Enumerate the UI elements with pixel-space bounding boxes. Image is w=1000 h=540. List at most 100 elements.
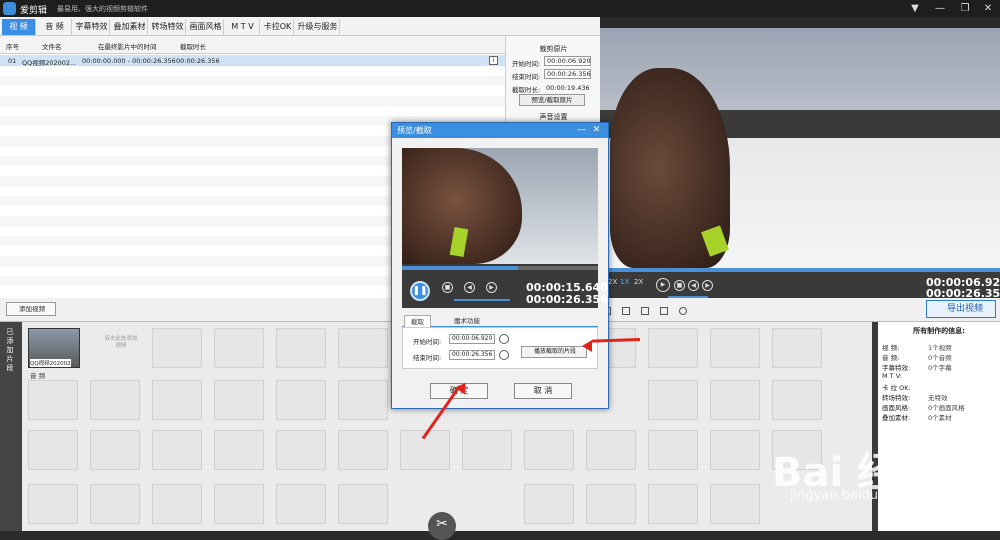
empty-slot[interactable] [586, 484, 636, 524]
empty-slot[interactable] [524, 430, 574, 470]
tab-audio[interactable]: 音 频 [38, 19, 72, 35]
add-clip-hint[interactable]: 双击此处添加视频 [104, 336, 138, 350]
tab-upgrade[interactable]: 升级与服务 [296, 19, 340, 35]
dialog-start-time-field[interactable]: 00:00:06.920 [449, 334, 495, 344]
video-preview[interactable] [600, 28, 1000, 268]
row-index: 01 [8, 57, 17, 65]
tab-karaoke[interactable]: 卡拉OK [262, 19, 294, 35]
empty-slot[interactable] [338, 380, 388, 420]
close-button[interactable]: ✕ [978, 1, 998, 16]
play-icon[interactable]: ▶ [656, 278, 670, 292]
dialog-minimize-icon[interactable]: — [576, 125, 587, 136]
tab-transition[interactable]: 转场特效 [150, 19, 186, 35]
empty-slot[interactable] [338, 430, 388, 470]
empty-slot[interactable] [276, 430, 326, 470]
empty-slot[interactable] [586, 430, 636, 470]
clip-list-header: 序号 文件名 在最终影片中的时间 截取时长 [0, 36, 505, 54]
save-as-icon[interactable] [660, 307, 668, 315]
tab-cut[interactable]: 截取 [404, 315, 431, 327]
set-start-clock-icon[interactable] [499, 334, 509, 344]
empty-slot[interactable] [648, 380, 698, 420]
empty-slot[interactable] [710, 484, 760, 524]
tab-subtitle-effects[interactable]: 字幕特效 [74, 19, 110, 35]
speed-2x-slow[interactable]: 2X [608, 278, 617, 286]
app-title: 爱剪辑 [20, 6, 48, 16]
maximize-button[interactable]: ❐ [955, 1, 975, 16]
minimize-button[interactable]: — [930, 1, 950, 16]
empty-slot[interactable] [276, 484, 326, 524]
app-subtitle: 最易用、强大的视频剪辑软件 [57, 5, 148, 13]
empty-slot[interactable] [152, 484, 202, 524]
speed-1x[interactable]: 1X [620, 278, 629, 286]
tab-style[interactable]: 画面风格 [188, 19, 224, 35]
empty-slot[interactable] [214, 484, 264, 524]
set-end-clock-icon[interactable] [499, 350, 509, 360]
empty-slot[interactable] [710, 430, 760, 470]
empty-slot[interactable] [524, 484, 574, 524]
stop-icon[interactable]: ■ [442, 282, 453, 293]
added-clips-tab[interactable]: 已添加片段 [0, 322, 22, 531]
speed-2x-fast[interactable]: 2X [634, 278, 643, 286]
export-video-button[interactable]: 导出视频 [926, 300, 996, 318]
empty-slot[interactable] [90, 430, 140, 470]
stop-icon[interactable]: ■ [674, 280, 685, 291]
info-key: 叠加素材: [882, 414, 911, 422]
dialog-end-time-field[interactable]: 00:00:26.356 [449, 350, 495, 360]
empty-slot[interactable] [648, 430, 698, 470]
empty-slot[interactable] [152, 430, 202, 470]
empty-slot[interactable] [152, 328, 202, 368]
share-icon[interactable] [679, 307, 687, 315]
empty-slot[interactable] [338, 484, 388, 524]
menu-dropdown-button[interactable]: ▼ [905, 1, 925, 16]
info-key: 字幕特效: [882, 364, 911, 372]
dialog-volume-slider[interactable] [454, 299, 510, 301]
add-video-button[interactable]: 添加视频 [6, 302, 56, 316]
empty-slot[interactable] [338, 328, 388, 368]
empty-slot[interactable] [710, 380, 760, 420]
cancel-button[interactable]: 取 消 [514, 383, 572, 399]
tab-video[interactable]: 视 频 [2, 19, 36, 35]
empty-slot[interactable] [772, 328, 822, 368]
info-key: 视 频: [882, 344, 900, 352]
info-icon[interactable]: i [489, 56, 498, 65]
empty-slot[interactable] [772, 380, 822, 420]
empty-slot[interactable] [214, 328, 264, 368]
save-icon[interactable] [641, 307, 649, 315]
empty-slot[interactable] [214, 430, 264, 470]
dialog-progress-bar[interactable] [402, 266, 598, 270]
empty-slot[interactable] [152, 380, 202, 420]
tab-mtv[interactable]: M T V [226, 19, 260, 35]
dialog-video-preview[interactable] [402, 148, 598, 264]
end-time-field[interactable]: 00:00:26.356 [544, 69, 591, 79]
prev-icon[interactable]: ◀ [688, 280, 699, 291]
empty-slot[interactable] [276, 380, 326, 420]
preview-clip-button[interactable]: 预览/截取原片 [519, 94, 585, 106]
start-time-field[interactable]: 00:00:06.920 [544, 56, 591, 66]
empty-slot[interactable] [28, 484, 78, 524]
next-icon[interactable]: ▶ [702, 280, 713, 291]
player-progress-bar[interactable] [600, 268, 1000, 272]
prev-icon[interactable]: ◀ [464, 282, 475, 293]
info-value: 1个视频 [928, 344, 952, 352]
scissors-icon[interactable]: ✂ [428, 512, 456, 540]
play-clip-button[interactable]: 播放截取的片段 [521, 346, 587, 358]
folder-icon[interactable] [622, 307, 630, 315]
empty-slot[interactable] [648, 328, 698, 368]
empty-slot[interactable] [214, 380, 264, 420]
app-logo [3, 2, 16, 15]
empty-slot[interactable] [276, 328, 326, 368]
empty-slot[interactable] [90, 380, 140, 420]
empty-slot[interactable] [28, 430, 78, 470]
tab-overlay[interactable]: 叠加素材 [112, 19, 148, 35]
empty-slot[interactable] [462, 430, 512, 470]
next-icon[interactable]: ▶ [486, 282, 497, 293]
empty-slot[interactable] [648, 484, 698, 524]
empty-slot[interactable] [28, 380, 78, 420]
empty-slot[interactable] [710, 328, 760, 368]
empty-slot[interactable] [90, 484, 140, 524]
tab-magic[interactable]: 魔术功能 [448, 315, 486, 327]
dialog-close-icon[interactable]: ✕ [591, 125, 602, 136]
table-row[interactable]: 01 QQ视频202002... 00:00:00.000 - 00:00:26… [0, 55, 505, 67]
pause-icon[interactable]: ❚❚ [410, 281, 430, 301]
audio-section-title: 声音设置 [539, 113, 568, 121]
